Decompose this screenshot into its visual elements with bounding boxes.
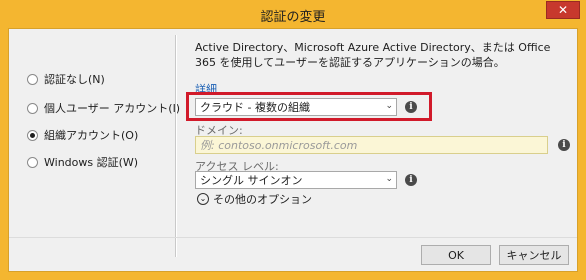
radio-no-auth[interactable]: 認証なし(N): [27, 71, 105, 87]
radio-label: 個人ユーザー アカウント(I): [44, 102, 181, 115]
radio-windows-auth[interactable]: Windows 認証(W): [27, 154, 138, 170]
access-level-select[interactable]: シングル サインオン ⌄: [195, 171, 397, 189]
domain-placeholder: 例: contoso.onmicrosoft.com: [200, 139, 358, 152]
ok-button[interactable]: OK: [421, 245, 491, 265]
close-button[interactable]: ✕: [546, 1, 580, 19]
radio-label: 認証なし(N): [44, 73, 105, 86]
dialog-client-area: 認証なし(N) 個人ユーザー アカウント(I) 組織アカウント(O) Windo…: [8, 28, 578, 272]
close-icon: ✕: [557, 3, 569, 17]
info-icon[interactable]: i: [405, 174, 417, 186]
dialog-footer: OK キャンセル: [9, 237, 577, 272]
radio-button[interactable]: [27, 156, 38, 168]
auth-options-panel: 認証なし(N) 個人ユーザー アカウント(I) 組織アカウント(O) Windo…: [9, 29, 180, 255]
panel-divider: [175, 35, 177, 257]
info-icon[interactable]: i: [405, 101, 417, 113]
radio-button[interactable]: [27, 129, 38, 141]
org-type-value: クラウド - 複数の組織: [200, 101, 310, 114]
more-options-label: その他のオプション: [213, 193, 312, 206]
access-level-value: シングル サインオン: [200, 174, 303, 187]
auth-details-panel: Active Directory、Microsoft Azure Active …: [186, 29, 575, 255]
auth-description: Active Directory、Microsoft Azure Active …: [195, 41, 551, 69]
radio-button[interactable]: [27, 73, 38, 85]
org-type-select[interactable]: クラウド - 複数の組織 ⌄: [195, 98, 397, 116]
radio-org-accounts[interactable]: 組織アカウント(O): [27, 127, 138, 143]
radio-label: 組織アカウント(O): [44, 129, 139, 142]
chevron-down-icon: ⌄: [197, 193, 209, 205]
radio-label: Windows 認証(W): [44, 156, 139, 169]
domain-input[interactable]: 例: contoso.onmicrosoft.com: [195, 136, 548, 154]
radio-button[interactable]: [27, 102, 38, 114]
chevron-down-icon: ⌄: [385, 174, 393, 184]
window-title: 認証の変更: [260, 10, 326, 25]
info-icon[interactable]: i: [558, 139, 570, 151]
radio-individual-accounts[interactable]: 個人ユーザー アカウント(I): [27, 100, 180, 116]
title-bar[interactable]: 認証の変更 ✕: [0, 0, 586, 28]
chevron-down-icon: ⌄: [385, 101, 393, 111]
dialog-window: 認証の変更 ✕ 認証なし(N) 個人ユーザー アカウント(I) 組織アカウント(…: [0, 0, 586, 280]
more-options-toggle[interactable]: ⌄ その他のオプション: [197, 191, 312, 207]
cancel-button[interactable]: キャンセル: [499, 245, 569, 265]
